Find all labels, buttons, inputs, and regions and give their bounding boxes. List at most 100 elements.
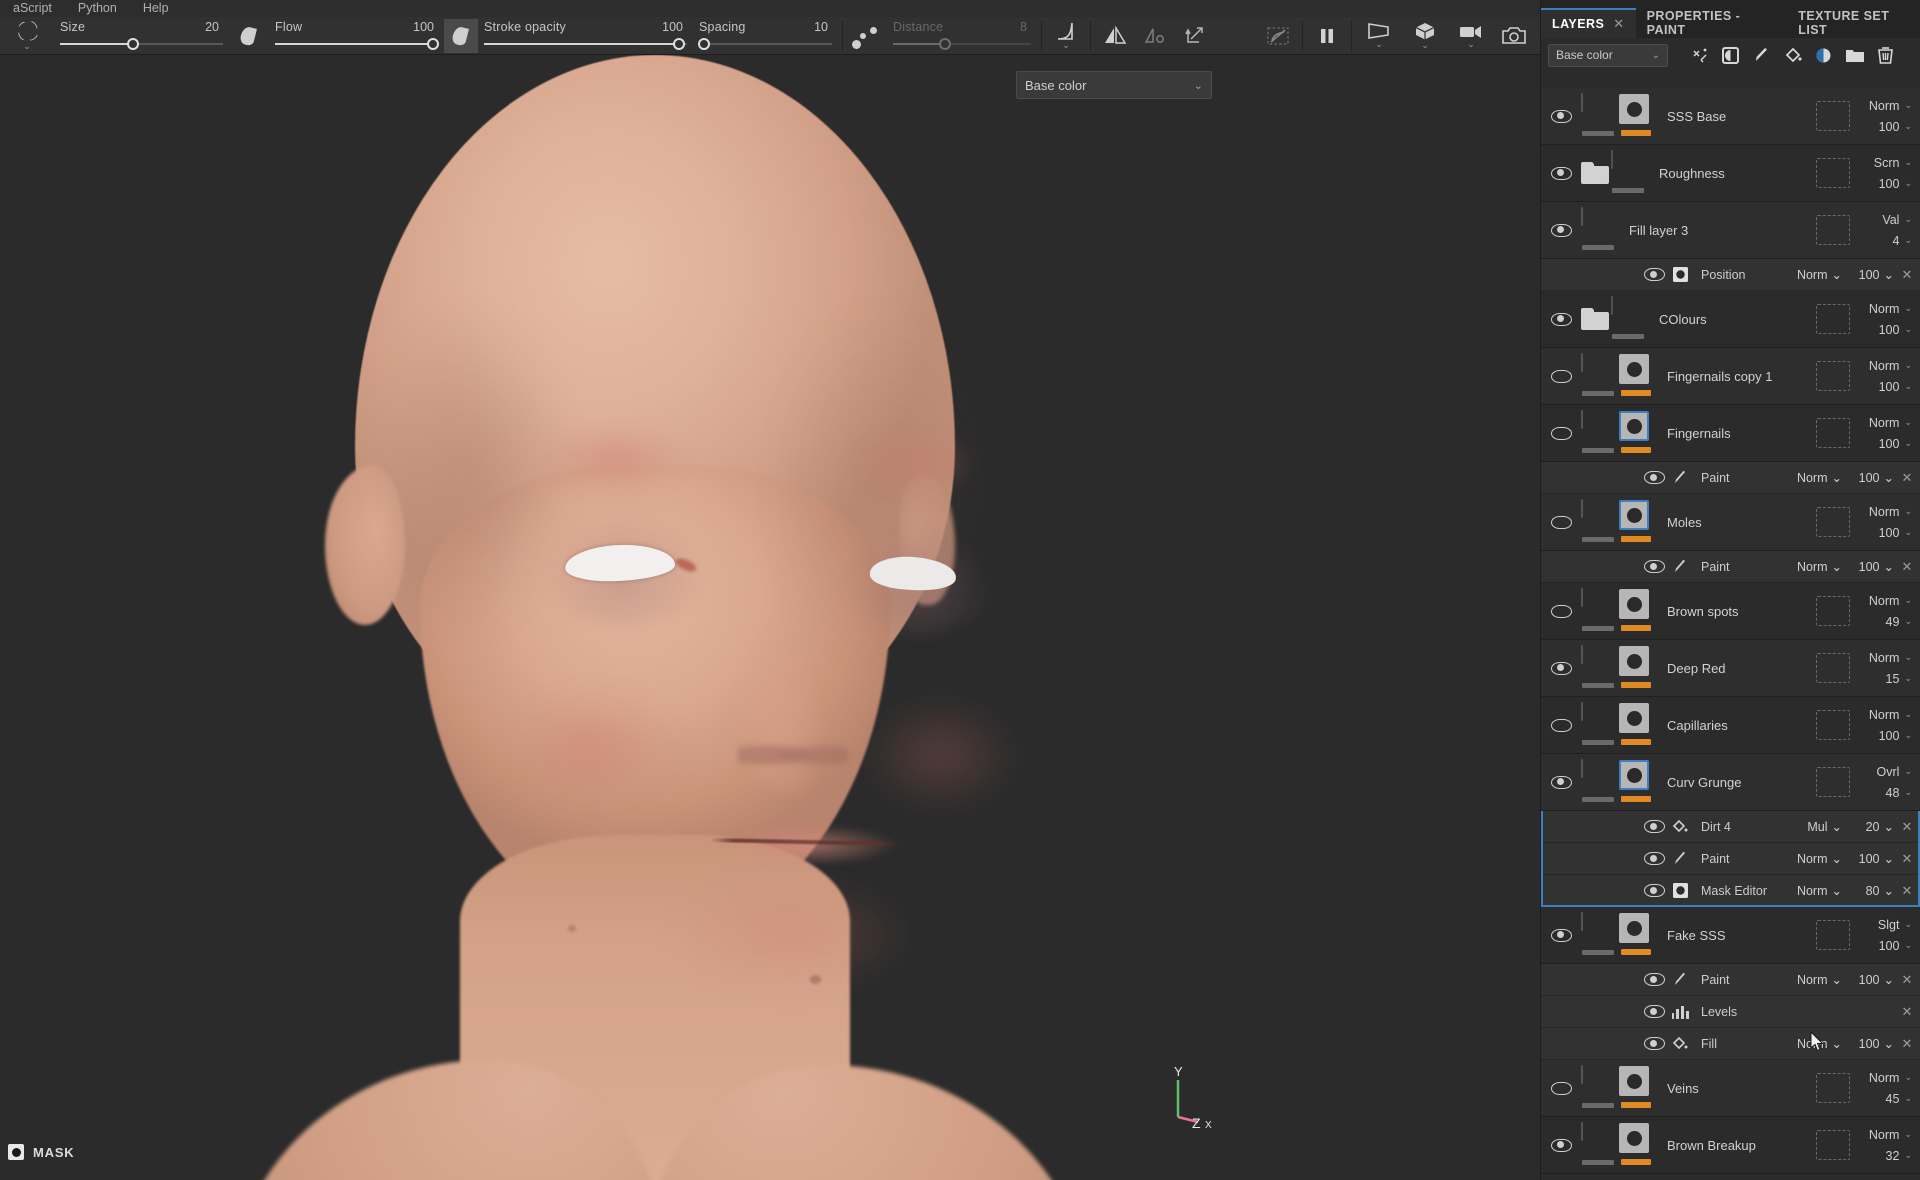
layer-thumbnail[interactable] xyxy=(1581,588,1617,633)
effect-row[interactable]: FillNorm⌄100⌄✕ xyxy=(1541,1028,1920,1060)
add-smart-material-icon[interactable] xyxy=(1808,41,1839,69)
layer-blend-mode[interactable]: Norm ⌄ xyxy=(1869,99,1912,113)
layer-visibility-toggle[interactable] xyxy=(1541,1081,1581,1095)
layer-mask[interactable] xyxy=(1619,500,1657,544)
layer-thumbnail[interactable] xyxy=(1581,207,1617,252)
spacing-slider-group[interactable]: Spacing 10 xyxy=(693,18,838,54)
layer-thumbnail[interactable] xyxy=(1581,912,1617,957)
layer-visibility-toggle[interactable] xyxy=(1541,312,1581,326)
tab-layers[interactable]: LAYERS ✕ xyxy=(1541,8,1636,38)
effect-blend-mode[interactable]: Mul ⌄ xyxy=(1807,819,1842,835)
remove-effect-icon[interactable]: ✕ xyxy=(1894,883,1920,899)
layer-opacity[interactable]: 32 ⌄ xyxy=(1886,1149,1912,1163)
layer-blend-mode[interactable]: Slgt ⌄ xyxy=(1878,918,1912,932)
effect-name[interactable]: Paint xyxy=(1693,560,1797,574)
layer-thumbnail[interactable] xyxy=(1581,759,1617,804)
layer-blend-mode[interactable]: Val ⌄ xyxy=(1882,213,1912,227)
effect-blend-mode[interactable]: Norm⌄ xyxy=(1797,851,1842,867)
mask-thumbnail[interactable] xyxy=(1619,94,1649,124)
layer-opacity[interactable]: 100 ⌄ xyxy=(1879,120,1912,134)
visibility-icon[interactable] xyxy=(1643,820,1665,833)
effect-opacity[interactable]: 100 ⌄ xyxy=(1842,559,1894,575)
layer-opacity[interactable]: 100 ⌄ xyxy=(1879,729,1912,743)
layer-row[interactable]: COlours Norm ⌄ 100 ⌄ xyxy=(1541,291,1920,348)
effect-row[interactable]: Paint Norm ⌄ 100 ⌄ ✕ xyxy=(1541,843,1920,875)
layer-name[interactable]: Fingernails xyxy=(1657,426,1816,441)
axis-gizmo[interactable]: Y Z X xyxy=(1162,1062,1222,1132)
delete-layer-icon[interactable] xyxy=(1870,41,1901,69)
menu-item-javascript[interactable]: aScript xyxy=(0,0,65,17)
layer-opacity[interactable]: 100 ⌄ xyxy=(1879,437,1912,451)
layer-thumbnail[interactable] xyxy=(1581,93,1617,138)
layer-name[interactable]: Curv Grunge xyxy=(1657,775,1816,790)
effect-name[interactable]: Levels xyxy=(1693,1005,1842,1019)
layer-opacity[interactable]: 15 ⌄ xyxy=(1886,672,1912,686)
layer-mask-placeholder[interactable] xyxy=(1816,215,1850,245)
layer-thumbnail[interactable] xyxy=(1581,702,1617,747)
mask-thumbnail[interactable] xyxy=(1619,1123,1649,1153)
close-icon[interactable]: ✕ xyxy=(1613,16,1624,32)
visibility-icon[interactable] xyxy=(1550,718,1572,732)
visibility-icon[interactable] xyxy=(1550,312,1572,326)
layer-mask[interactable] xyxy=(1619,1123,1657,1167)
layer-name[interactable]: Capillaries xyxy=(1657,718,1816,733)
layer-visibility-toggle[interactable] xyxy=(1541,223,1581,237)
layer-mask-placeholder[interactable] xyxy=(1816,596,1850,626)
layer-row[interactable]: SSS Base Norm ⌄ 100 ⌄ xyxy=(1541,88,1920,145)
mask-thumbnail[interactable] xyxy=(1619,411,1649,441)
layer-visibility-toggle[interactable] xyxy=(1541,426,1581,440)
effect-visibility-toggle[interactable] xyxy=(1641,852,1667,865)
layer-mask-placeholder[interactable] xyxy=(1816,1073,1850,1103)
effect-visibility-toggle[interactable] xyxy=(1641,560,1667,573)
effect-row[interactable]: Paint Norm ⌄ 100 ⌄ ✕ xyxy=(1541,551,1920,583)
mask-thumbnail[interactable] xyxy=(1619,500,1649,530)
flow-slider-group[interactable]: Flow 100 xyxy=(269,18,444,54)
remove-effect-icon[interactable]: ✕ xyxy=(1894,851,1920,867)
layer-visibility-toggle[interactable] xyxy=(1541,775,1581,789)
layer-thumbnail[interactable] xyxy=(1611,150,1647,195)
hide-symmetry-plane-icon[interactable] xyxy=(1258,18,1298,54)
mask-thumbnail[interactable] xyxy=(1619,589,1649,619)
remove-effect-icon[interactable]: ✕ xyxy=(1894,819,1920,835)
visibility-icon[interactable] xyxy=(1550,604,1572,618)
layer-blend-mode[interactable]: Norm ⌄ xyxy=(1869,505,1912,519)
layer-name[interactable]: Moles xyxy=(1657,515,1816,530)
layer-row[interactable]: Fingernails copy 1 Norm ⌄ 100 ⌄ xyxy=(1541,348,1920,405)
layer-name[interactable]: Fake SSS xyxy=(1657,928,1816,943)
layer-mask[interactable] xyxy=(1619,94,1657,138)
flow-slider-track[interactable] xyxy=(275,37,440,51)
effect-visibility-toggle[interactable] xyxy=(1641,471,1667,484)
effect-name[interactable]: Mask Editor xyxy=(1693,884,1797,898)
layer-opacity[interactable]: 100 ⌄ xyxy=(1879,939,1912,953)
effect-name[interactable]: Position xyxy=(1693,268,1797,282)
mask-thumbnail[interactable] xyxy=(1619,354,1649,384)
effect-visibility-toggle[interactable] xyxy=(1641,1037,1667,1050)
visibility-icon[interactable] xyxy=(1643,852,1665,865)
remove-effect-icon[interactable]: ✕ xyxy=(1894,267,1920,283)
add-paint-layer-icon[interactable] xyxy=(1746,41,1777,69)
remove-effect-icon[interactable]: ✕ xyxy=(1894,559,1920,575)
visibility-icon[interactable] xyxy=(1643,884,1665,897)
add-effect-icon[interactable] xyxy=(1684,41,1715,69)
layer-blend-mode[interactable]: Norm ⌄ xyxy=(1869,1071,1912,1085)
layer-row[interactable]: Deep Red Norm ⌄ 15 ⌄ xyxy=(1541,640,1920,697)
effect-visibility-toggle[interactable] xyxy=(1641,973,1667,986)
visibility-icon[interactable] xyxy=(1550,109,1572,123)
3d-viewport[interactable]: Base color ⌄ MASK Y Z X xyxy=(0,55,1540,1180)
layer-mask[interactable] xyxy=(1619,411,1657,455)
effect-visibility-toggle[interactable] xyxy=(1641,884,1667,897)
layer-mask[interactable] xyxy=(1619,589,1657,633)
layer-row[interactable]: Fill layer 3 Val ⌄ 4 ⌄ xyxy=(1541,202,1920,259)
layer-visibility-toggle[interactable] xyxy=(1541,718,1581,732)
layer-mask[interactable] xyxy=(1619,646,1657,690)
stroke-opacity-brush-icon[interactable] xyxy=(444,18,478,53)
stroke-opacity-slider-group[interactable]: Stroke opacity 100 xyxy=(478,18,693,54)
layer-visibility-toggle[interactable] xyxy=(1541,369,1581,383)
layer-blend-mode[interactable]: Norm ⌄ xyxy=(1869,359,1912,373)
layer-blend-mode[interactable]: Norm ⌄ xyxy=(1869,594,1912,608)
layer-thumbnail[interactable] xyxy=(1581,1065,1617,1110)
effect-row[interactable]: Mask Editor Norm ⌄ 80 ⌄ ✕ xyxy=(1541,875,1920,907)
layer-mask[interactable] xyxy=(1619,913,1657,957)
layer-name[interactable]: Deep Red xyxy=(1657,661,1816,676)
layer-mask[interactable] xyxy=(1619,760,1657,804)
